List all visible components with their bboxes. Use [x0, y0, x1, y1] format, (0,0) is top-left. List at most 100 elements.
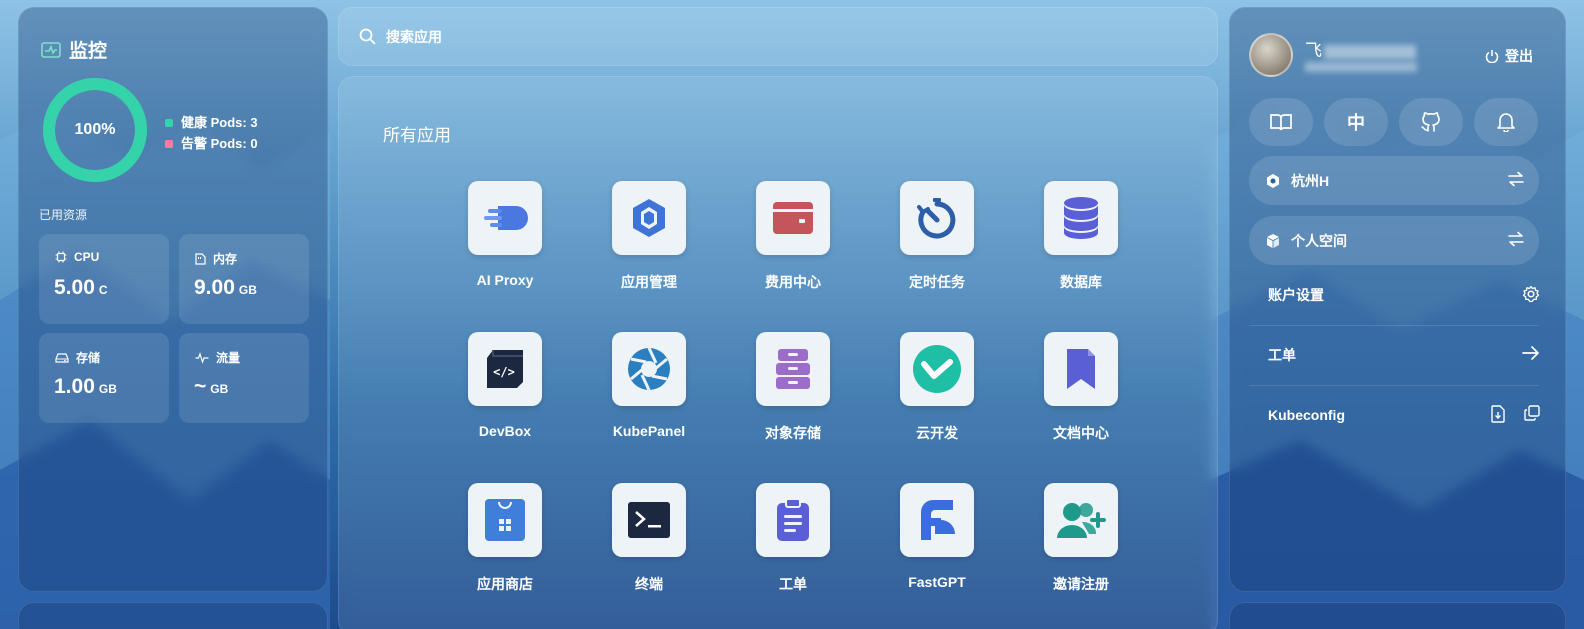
kubepanel-tile[interactable] [612, 332, 686, 406]
app-label: DevBox [478, 423, 532, 439]
username-redacted [1324, 44, 1416, 59]
storage-unit: GB [98, 382, 117, 396]
devbox-icon: </> [487, 350, 523, 388]
app-ai-proxy[interactable]: AI Proxy [433, 181, 577, 332]
object-storage-tile[interactable] [756, 332, 830, 406]
cloud-dev-tile[interactable] [900, 332, 974, 406]
store-tile[interactable] [468, 483, 542, 557]
book-open-icon [1270, 114, 1292, 131]
avatar[interactable] [1249, 33, 1293, 77]
alert-pods: 告警 Pods: 0 [181, 136, 258, 151]
storage-label: 存储 [76, 351, 101, 365]
app-label: 数据库 [1060, 274, 1102, 290]
apps-panel: 所有应用 AI Proxy 应用管理 费用中心 定时任务 数据库 </> Dev… [338, 76, 1218, 629]
cronjob-tile[interactable] [900, 181, 974, 255]
healthy-dot [165, 118, 173, 127]
app-label: 应用商店 [477, 576, 533, 592]
app-label: AI Proxy [476, 272, 534, 288]
clipboard-icon [777, 498, 809, 541]
workspace-cube-icon [1267, 233, 1279, 248]
app-fastgpt[interactable]: FastGPT [865, 483, 1009, 629]
monitor-title: 监控 [41, 36, 107, 63]
username: 飞 [1305, 36, 1416, 61]
app-label: 应用管理 [621, 274, 677, 290]
app-billing[interactable]: 费用中心 [721, 181, 865, 332]
invite-tile[interactable] [1044, 483, 1118, 557]
app-terminal[interactable]: 终端 [577, 483, 721, 629]
cpu-icon [55, 251, 67, 263]
app-store[interactable]: 应用商店 [433, 483, 577, 629]
download-file-icon[interactable] [1490, 405, 1506, 423]
app-kubepanel[interactable]: KubePanel [577, 332, 721, 483]
switch-arrows-icon [1508, 171, 1524, 187]
kubeconfig-item: Kubeconfig [1268, 385, 1540, 445]
terminal-tile[interactable] [612, 483, 686, 557]
workspace-name: 个人空间 [1291, 232, 1347, 249]
bottom-left-panel [18, 602, 328, 629]
app-manage-tile[interactable] [612, 181, 686, 255]
monitor-title-text: 监控 [69, 41, 108, 62]
traffic-label: 流量 [216, 351, 241, 365]
cabinet-icon [776, 349, 810, 389]
gear-icon [1522, 285, 1540, 303]
ai-proxy-tile[interactable] [468, 181, 542, 255]
app-database[interactable]: 数据库 [1009, 181, 1153, 332]
app-docs[interactable]: 文档中心 [1009, 332, 1153, 483]
bookmark-icon [1067, 349, 1095, 389]
app-ticket[interactable]: 工单 [721, 483, 865, 629]
search-bar[interactable] [338, 7, 1218, 66]
app-invite[interactable]: 邀请注册 [1009, 483, 1153, 629]
app-app-manage[interactable]: 应用管理 [577, 181, 721, 332]
docs-tile[interactable] [1044, 332, 1118, 406]
username-text: 飞 [1305, 41, 1322, 60]
cpu-label: CPU [74, 250, 100, 264]
logout-label: 登出 [1505, 48, 1533, 64]
app-label: FastGPT [908, 574, 966, 590]
region-name: 杭州H [1291, 172, 1330, 189]
account-settings-item[interactable]: 账户设置 [1268, 265, 1540, 325]
ticket-tile[interactable] [756, 483, 830, 557]
app-object-storage[interactable]: 对象存储 [721, 332, 865, 483]
search-input[interactable] [386, 28, 986, 45]
notification-button[interactable] [1474, 98, 1538, 146]
memory-value: 9.00 [194, 276, 235, 299]
app-cloud-dev[interactable]: 云开发 [865, 332, 1009, 483]
account-panel: 飞 登出 中 杭州H 个人空间 账户设置 工单 Kubeconfig [1229, 7, 1566, 592]
copy-icon[interactable] [1524, 405, 1540, 421]
bottom-right-panel [1229, 602, 1566, 629]
app-label: 终端 [635, 576, 663, 592]
database-tile[interactable] [1044, 181, 1118, 255]
memory-card: 内存 9.00 GB [179, 234, 309, 324]
terminal-icon [628, 502, 670, 538]
monitor-icon [41, 41, 61, 58]
region-switcher[interactable]: 杭州H [1249, 156, 1539, 205]
app-cronjob[interactable]: 定时任务 [865, 181, 1009, 332]
traffic-unit: GB [210, 382, 229, 396]
app-label: KubePanel [612, 423, 686, 439]
invite-user-icon [1057, 503, 1106, 538]
github-button[interactable] [1399, 98, 1463, 146]
app-label: 云开发 [916, 425, 958, 441]
power-icon [1485, 50, 1499, 63]
memory-icon [195, 252, 206, 265]
storage-card: 存储 1.00 GB [39, 333, 169, 423]
switch-arrows-icon [1508, 231, 1524, 247]
app-devbox[interactable]: </> DevBox [433, 332, 577, 483]
logout-button[interactable]: 登出 [1485, 46, 1533, 66]
language-button[interactable]: 中 [1324, 98, 1388, 146]
memory-unit: GB [238, 283, 257, 297]
ticket-item[interactable]: 工单 [1268, 325, 1540, 385]
devbox-tile[interactable]: </> [468, 332, 542, 406]
account-settings-label: 账户设置 [1268, 287, 1324, 303]
fastgpt-tile[interactable] [900, 483, 974, 557]
storage-icon [55, 352, 69, 363]
billing-tile[interactable] [756, 181, 830, 255]
docs-book-button[interactable] [1249, 98, 1313, 146]
pods-legend: 健康 Pods: 3 告警 Pods: 0 [165, 112, 258, 154]
database-icon [1064, 197, 1098, 239]
workspace-switcher[interactable]: 个人空间 [1249, 216, 1539, 265]
used-resources-label: 已用资源 [39, 208, 88, 222]
kubeconfig-label: Kubeconfig [1268, 407, 1345, 423]
app-label: 工单 [779, 576, 807, 592]
health-percent: 100% [74, 121, 116, 138]
